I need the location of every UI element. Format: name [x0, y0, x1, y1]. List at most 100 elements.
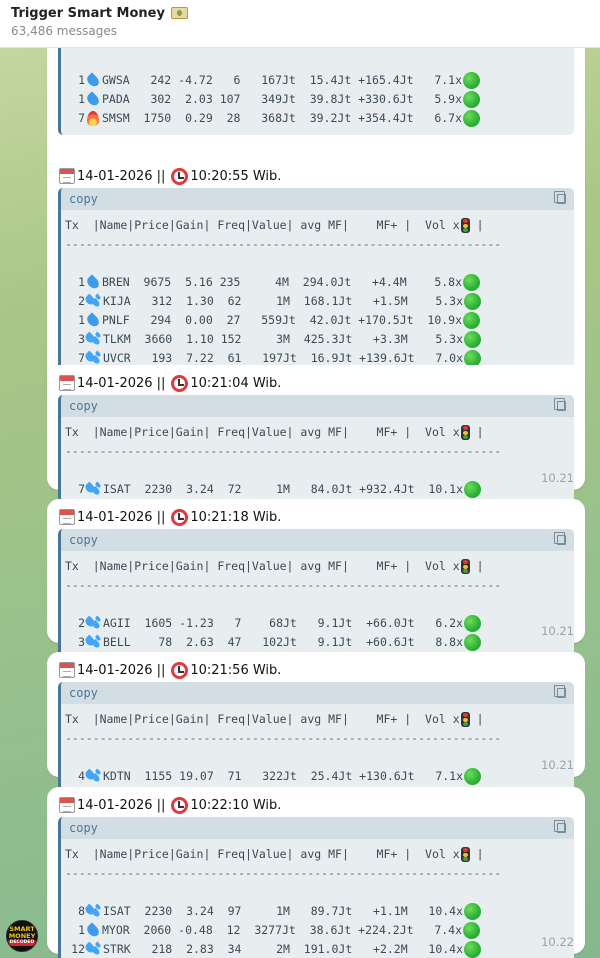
sweat-droplets-icon — [83, 293, 102, 309]
table-row: 1 BREN 9675 5.16 235 4M 294.0Jt +4.4M 5.8… — [65, 273, 574, 292]
calendar-icon — [59, 662, 75, 678]
row-tx: 7 — [78, 111, 85, 125]
message-bubble[interactable]: 14-01-2026 || 10:21:56 Wib. copy Tx |Name|Pr… — [47, 652, 585, 793]
code-body: Tx |Name|Price|Gain| Freq|Value| avg MF|… — [61, 704, 574, 793]
table-row: 3 BELL 78 2.63 47 102Jt 9.1Jt +60.6Jt 8.8… — [65, 633, 574, 652]
table-header-end: | — [469, 559, 484, 573]
green-circle-icon — [463, 274, 481, 291]
table-header: Tx |Name|Price|Gain| Freq|Value| avg MF|… — [65, 557, 574, 576]
droplet-icon — [84, 72, 102, 89]
table-header-text: Tx |Name|Price|Gain| Freq|Value| avg MF|… — [65, 712, 460, 726]
chat-header[interactable]: Trigger Smart Money 63,486 messages — [0, 0, 600, 48]
table-divider: ----------------------------------------… — [65, 235, 574, 254]
sweat-droplets-icon — [83, 350, 102, 366]
fire-icon — [87, 111, 99, 126]
code-body: Tx |Name|Price|Gain| Freq|Value| avg MF|… — [61, 839, 574, 958]
code-block[interactable]: copy Tx |Name|Price|Gain| Freq|Value| avg… — [58, 529, 574, 659]
table-row: 4 KDTN 1155 19.07 71 322Jt 25.4Jt +130.6J… — [65, 767, 574, 786]
copy-label: copy — [69, 192, 98, 206]
row-values: AGII 1605 -1.23 7 68Jt 9.1Jt +66.0Jt 6.2… — [103, 616, 464, 630]
message-list[interactable]: copy Tx |Name|Price|Gain| Freq|Value| avg… — [0, 48, 600, 958]
separator: || — [156, 168, 166, 184]
sweat-droplets-icon — [83, 903, 102, 919]
table-row: 1 PADA 302 2.03 107 349Jt 39.8Jt +330.6Jt… — [65, 90, 574, 109]
row-values: BREN 9675 5.16 235 4M 294.0Jt +4.4M 5.8x — [102, 275, 463, 289]
table-divider: ----------------------------------------… — [65, 576, 574, 595]
separator: || — [156, 797, 166, 813]
message-time: 10:20:55 Wib. — [190, 168, 282, 184]
message-sent-time: 10.21 — [541, 758, 574, 772]
alarm-clock-icon — [171, 661, 189, 679]
code-header[interactable]: copy — [61, 395, 574, 417]
row-values: STRK 218 2.83 34 2M 191.0Jt +2.2M 10.4x — [103, 942, 464, 956]
calendar-icon — [59, 797, 75, 813]
table-header-end: | — [469, 425, 484, 439]
row-values: PADA 302 2.03 107 349Jt 39.8Jt +330.6Jt … — [102, 92, 463, 106]
copy-icon[interactable] — [554, 685, 566, 698]
sweat-droplets-icon — [83, 615, 102, 631]
traffic-light-icon — [460, 425, 470, 440]
table-header-end: | — [469, 218, 484, 232]
divider-text: ----------------------------------------… — [65, 237, 502, 251]
code-block[interactable]: copyTx |Name|Price|Gain| Freq|Value| avg… — [58, 48, 574, 135]
code-block[interactable]: copyTx |Name|Price|Gain| Freq|Value| avg… — [58, 817, 574, 958]
copy-icon[interactable] — [554, 532, 566, 545]
message-count: 63,486 messages — [11, 24, 117, 38]
chat-title: Trigger Smart Money — [11, 5, 165, 21]
table-row: 1 PNLF 294 0.00 27 559Jt 42.0Jt +170.5Jt … — [65, 311, 574, 330]
code-header[interactable]: copy — [61, 188, 574, 210]
copy-icon[interactable] — [554, 820, 566, 833]
table-header-text: Tx |Name|Price|Gain| Freq|Value| avg MF|… — [65, 425, 460, 439]
sweat-droplets-icon — [83, 481, 102, 497]
row-tx: 1 — [78, 73, 85, 87]
code-header[interactable]: copy — [61, 682, 574, 704]
divider-text: ----------------------------------------… — [65, 48, 501, 52]
row-values: ISAT 2230 3.24 72 1M 84.0Jt +932.4Jt 10.… — [103, 482, 464, 496]
message-datetime: 14-01-2026 || 10:20:55 Wib. — [59, 167, 281, 185]
copy-label: copy — [69, 399, 98, 413]
row-tx: 2 — [78, 616, 85, 630]
avatar-text-2: MONEY — [8, 932, 36, 940]
traffic-light-icon — [460, 218, 470, 233]
row-tx: 7 — [78, 482, 85, 496]
droplet-icon — [84, 91, 102, 108]
code-block[interactable]: copy Tx |Name|Price|Gain| Freq|Value| avg… — [58, 682, 574, 793]
chat-title-row: Trigger Smart Money — [11, 3, 600, 23]
message-bubble[interactable]: 14-01-2026 || 10:21:18 Wib. copy Tx |Name|Pr… — [47, 499, 585, 659]
row-values: PNLF 294 0.00 27 559Jt 42.0Jt +170.5Jt 1… — [102, 313, 463, 327]
copy-icon[interactable] — [554, 398, 566, 411]
sweat-droplets-icon — [83, 331, 102, 347]
table-divider: ----------------------------------------… — [65, 48, 574, 52]
sweat-droplets-icon — [83, 941, 102, 957]
green-circle-icon — [463, 312, 481, 329]
row-values: BELL 78 2.63 47 102Jt 9.1Jt +60.6Jt 8.8x — [103, 635, 464, 649]
green-circle-icon — [464, 768, 482, 785]
green-circle-icon — [464, 615, 482, 632]
green-circle-icon — [463, 72, 481, 89]
green-circle-icon — [464, 941, 482, 958]
message-bubble[interactable]: 14-01-2026 || 10:22:10 Wib. copy Tx |Name|Pr… — [47, 787, 585, 958]
code-header[interactable]: copy — [61, 529, 574, 551]
code-header[interactable]: copy — [61, 817, 574, 839]
avatar[interactable]: SMART MONEY DECODED — [6, 920, 38, 952]
code-body: Tx |Name|Price|Gain| Freq|Value| avg MF|… — [61, 417, 574, 506]
table-divider: ----------------------------------------… — [65, 729, 574, 748]
message-bubble[interactable]: 14-01-2026 || 10:21:04 Wib. copy Tx |Name|Pr… — [47, 365, 585, 506]
message-time: 10:21:56 Wib. — [190, 662, 282, 678]
table-header-end: | — [469, 847, 484, 861]
message-sent-time: 10.22 — [541, 935, 574, 949]
row-tx: 2 — [78, 294, 85, 308]
table-row: 7 SMSM 1750 0.29 28 368Jt 39.2Jt +354.4Jt… — [65, 109, 574, 128]
copy-icon[interactable] — [554, 191, 566, 204]
divider-text: ----------------------------------------… — [65, 578, 502, 592]
row-tx: 8 — [78, 904, 85, 918]
code-block[interactable]: copyTx |Name|Price|Gain| Freq|Value| avg… — [58, 188, 574, 375]
divider-text: ----------------------------------------… — [65, 444, 502, 458]
row-tx: 1 — [78, 275, 85, 289]
message-date: 14-01-2026 — [77, 375, 153, 391]
code-block[interactable]: copy Tx |Name|Price|Gain| Freq|Value| avg… — [58, 395, 574, 506]
message-datetime: 14-01-2026 || 10:22:10 Wib. — [59, 796, 281, 814]
row-tx: 3 — [78, 635, 85, 649]
